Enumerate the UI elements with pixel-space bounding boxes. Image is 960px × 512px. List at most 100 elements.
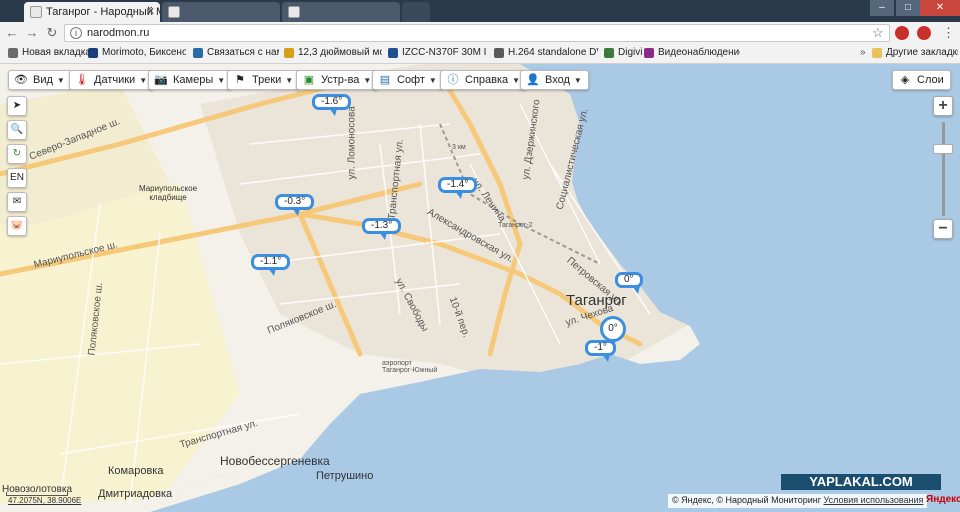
location-arrow-icon: ➤: [12, 100, 22, 111]
browser-menu-icon[interactable]: ⋮: [942, 25, 955, 41]
browser-tab-bar: Таганрог - Народный М ✕ – □ ✕: [0, 0, 960, 22]
zoom-thumb[interactable]: [933, 144, 953, 154]
site-info-icon[interactable]: i: [70, 27, 82, 39]
bookmark-label: Morimoto, Биксенон: [102, 47, 186, 58]
layers-label: Слои: [917, 74, 944, 86]
donate-button[interactable]: 🐷: [7, 216, 27, 236]
bookmark-item[interactable]: 12,3 дюймовый мон: [284, 47, 382, 58]
tracks-label: Треки: [252, 74, 282, 86]
chevron-down-icon: ▼: [56, 76, 65, 85]
cameras-menu-button[interactable]: 📷 Камеры ▼: [148, 70, 233, 90]
map-base: [0, 64, 960, 512]
view-label: Вид: [33, 74, 53, 86]
temperature-marker[interactable]: 0°: [600, 316, 626, 347]
thermometer-icon: 🌡: [75, 74, 89, 86]
bookmark-favicon-icon: [193, 48, 203, 58]
devices-label: Устр-ва: [321, 74, 360, 86]
bookmarks-bar: Новая вкладка Morimoto, Биксенон Связать…: [0, 44, 960, 64]
camera-icon: 📷: [154, 74, 168, 86]
address-text: narodmon.ru: [87, 27, 150, 39]
back-icon[interactable]: ←: [4, 25, 20, 41]
bookmark-favicon-icon: [604, 48, 614, 58]
other-bookmarks[interactable]: Другие закладки: [872, 47, 958, 58]
bookmark-favicon-icon: [284, 48, 294, 58]
new-tab-button[interactable]: [402, 2, 430, 22]
device-icon: ▣: [303, 74, 315, 86]
flag-icon: ⚑: [235, 74, 245, 86]
layers-menu-button[interactable]: ◈ Слои: [892, 70, 951, 90]
temperature-marker[interactable]: 0°: [615, 272, 643, 294]
more-bookmarks-icon[interactable]: »: [860, 47, 866, 58]
address-bar[interactable]: i narodmon.ru: [64, 24, 890, 42]
cameras-label: Камеры: [173, 74, 214, 86]
maximize-icon[interactable]: □: [896, 0, 920, 16]
bookmark-item[interactable]: Связаться с нами: [193, 47, 279, 58]
tab-3[interactable]: [282, 2, 400, 22]
tab-2[interactable]: [162, 2, 280, 22]
cemetery-label: Мариупольское кладбище: [138, 184, 198, 202]
map-canvas[interactable]: Таганрог Мариупольское кладбище Новобесс…: [0, 64, 960, 512]
folder-icon: [872, 48, 882, 58]
station-label: Таганрог-2: [498, 222, 533, 229]
login-label: Вход: [545, 74, 570, 86]
temperature-marker[interactable]: -1.6°: [312, 94, 352, 116]
minimize-icon[interactable]: –: [870, 0, 894, 16]
village-label: Комаровка: [108, 465, 164, 477]
street-label: ул. Ломоносова: [346, 106, 358, 180]
message-button[interactable]: ✉: [7, 192, 27, 212]
refresh-button[interactable]: ↻: [7, 144, 27, 164]
adblock-extension-icon[interactable]: [895, 26, 909, 40]
tab-active[interactable]: Таганрог - Народный М ✕: [24, 2, 160, 22]
bookmark-item[interactable]: Morimoto, Биксенон: [88, 47, 186, 58]
bookmark-item[interactable]: Видеонаблюдение а: [644, 47, 740, 58]
close-tab-icon[interactable]: ✕: [146, 5, 155, 18]
zoom-out-button[interactable]: −: [933, 219, 953, 239]
zoom-track[interactable]: [942, 122, 945, 216]
sensors-label: Датчики: [94, 74, 136, 86]
bookmark-item[interactable]: Новая вкладка: [8, 47, 88, 58]
temperature-marker[interactable]: -1.3°: [362, 218, 402, 240]
chevron-down-icon: ▼: [428, 76, 437, 85]
village-label: Дмитриадовка: [98, 488, 173, 500]
bookmark-star-icon[interactable]: ☆: [872, 25, 884, 41]
envelope-icon: ✉: [12, 196, 22, 207]
chevron-down-icon: ▼: [573, 76, 582, 85]
bookmark-label: Новая вкладка: [22, 47, 88, 58]
view-menu-button[interactable]: 👁 Вид ▼: [8, 70, 72, 90]
page-icon: [8, 48, 18, 58]
extension-icon[interactable]: [917, 26, 931, 40]
locate-button[interactable]: ➤: [7, 96, 27, 116]
favicon-icon: [168, 6, 180, 18]
temperature-marker[interactable]: -1°: [585, 340, 616, 362]
tracks-menu-button[interactable]: ⚑ Треки ▼: [227, 70, 301, 90]
other-bookmarks-label: Другие закладки: [886, 47, 958, 58]
airport-label: аэропорт Таганрог-Южный: [382, 360, 438, 374]
software-label: Софт: [397, 74, 425, 86]
bookmark-label: Связаться с нами: [207, 47, 279, 58]
bookmark-favicon-icon: [644, 48, 654, 58]
temperature-marker[interactable]: -0.3°: [275, 194, 315, 216]
forward-icon[interactable]: →: [24, 25, 40, 41]
help-menu-button[interactable]: ⓘ Справка ▼: [440, 70, 528, 90]
temperature-marker[interactable]: -1.4°: [438, 177, 478, 199]
bookmark-item[interactable]: IZCC-N370F 30M IR V: [388, 47, 486, 58]
coordinates-readout[interactable]: 47.2075N, 38.9006E: [8, 496, 81, 505]
login-menu-button[interactable]: 👤 Вход ▼: [520, 70, 589, 90]
devices-menu-button[interactable]: ▣ Устр-ва ▼: [296, 70, 379, 90]
piggy-bank-icon: 🐷: [10, 220, 24, 231]
favicon-icon: [288, 6, 300, 18]
bookmark-item[interactable]: H.264 standalone DVI: [494, 47, 598, 58]
software-menu-button[interactable]: ▤ Софт ▼: [372, 70, 444, 90]
temperature-marker[interactable]: -1.1°: [251, 254, 291, 276]
watermark: YAPLAKAL.COM: [781, 474, 941, 490]
yandex-logo[interactable]: Яндекс: [926, 494, 960, 505]
terms-link[interactable]: Условия использования: [824, 495, 924, 505]
language-button[interactable]: EN: [7, 168, 27, 188]
close-window-icon[interactable]: ✕: [920, 0, 960, 16]
chevron-down-icon: ▼: [217, 76, 226, 85]
sensors-menu-button[interactable]: 🌡 Датчики ▼: [69, 70, 155, 90]
chevron-down-icon: ▼: [285, 76, 294, 85]
reload-icon[interactable]: ↻: [44, 25, 60, 41]
zoom-in-button[interactable]: +: [933, 96, 953, 116]
search-button[interactable]: 🔍: [7, 120, 27, 140]
